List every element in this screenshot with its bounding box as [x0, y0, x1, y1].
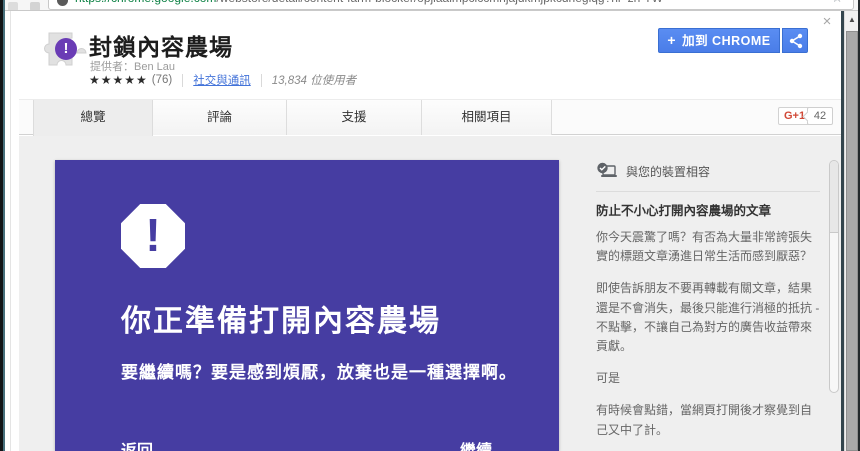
meta-divider	[182, 74, 183, 87]
sidebar-scrollbar-thumb[interactable]	[830, 161, 838, 233]
dialog-header: ! 封鎖內容農場 提供者：Ben Lau ★★★★★ (76) 社交與通訊 13…	[19, 11, 841, 99]
url-text: https://chrome.google.com/webstore/detai…	[75, 0, 663, 5]
plus-icon: +	[667, 32, 676, 48]
reload-icon[interactable]	[30, 2, 40, 11]
url-path: /webstore/detail/content-farm-blocker/op…	[216, 0, 663, 5]
octagon-exclaim: !	[121, 208, 185, 262]
add-to-chrome-label: 加到 CHROME	[682, 34, 771, 48]
tab-overview[interactable]: 總覽	[33, 100, 153, 136]
screenshot-preview[interactable]: ! 你正準備打開內容農場 要繼續嗎？要是感到煩厭，放棄也是一種選擇啊。 返回 繼…	[55, 160, 559, 451]
description-para: 即使告訴朋友不要再轉載有關文章，結果還是不會消失，最後只能進行消極的抵抗 - 不…	[596, 279, 820, 356]
site-info-icon[interactable]	[57, 0, 68, 6]
back-link: 返回	[121, 437, 153, 451]
extension-puzzle-icon: !	[44, 28, 88, 72]
add-to-chrome-button[interactable]: + 加到 CHROME	[658, 28, 780, 53]
meta-divider	[261, 74, 262, 87]
url-scheme: https://chrome.google.com	[75, 0, 216, 5]
extension-meta-row: ★★★★★ (76) 社交與通訊 13,834 位使用者	[89, 72, 356, 88]
rating-stars-icon[interactable]: ★★★★★	[89, 73, 148, 87]
compatibility-row: 與您的裝置相容	[596, 160, 820, 182]
browser-address-bar: https://chrome.google.com/webstore/detai…	[0, 0, 860, 11]
description-para: 可是	[596, 369, 820, 388]
category-link[interactable]: 社交與通訊	[193, 72, 251, 88]
page-left-border	[10, 11, 11, 451]
stop-octagon-icon: !	[121, 204, 185, 268]
screenshot-heading: 你正準備打開內容農場	[121, 296, 441, 340]
scrollbar-up-arrow-icon[interactable]: ▲	[845, 13, 859, 27]
sidebar-scrollbar[interactable]	[829, 160, 839, 393]
extension-detail-dialog: ! 封鎖內容農場 提供者：Ben Lau ★★★★★ (76) 社交與通訊 13…	[19, 11, 841, 451]
bookmark-star-icon[interactable]: ☆	[831, 0, 843, 6]
compatibility-label: 與您的裝置相容	[626, 163, 710, 180]
overview-sidebar: 與您的裝置相容 防止不小心打開內容農場的文章 你今天震驚了嗎？有否為大量非常誇張…	[596, 160, 820, 451]
tab-reviews[interactable]: 評論	[153, 100, 287, 135]
omnibox[interactable]: https://chrome.google.com/webstore/detai…	[48, 0, 854, 10]
share-button[interactable]	[782, 28, 808, 53]
overview-content: ! 你正準備打開內容農場 要繼續嗎？要是感到煩厭，放棄也是一種選擇啊。 返回 繼…	[19, 136, 841, 451]
description-heading: 防止不小心打開內容農場的文章	[596, 200, 820, 219]
gplus-count-bubble: 42	[807, 107, 833, 125]
tab-bar: 總覽 評論 支援 相關項目 G+1 42	[19, 99, 841, 135]
tab-support[interactable]: 支援	[287, 100, 422, 135]
description-para: 你今天震驚了嗎？有否為大量非常誇張失實的標題文章湧進日常生活而感到厭惡？	[596, 228, 820, 266]
back-icon[interactable]	[8, 2, 18, 11]
device-check-icon	[596, 162, 618, 180]
tab-related[interactable]: 相關項目	[422, 100, 552, 135]
browser-scrollbar[interactable]: ▲	[844, 11, 858, 451]
share-icon	[788, 33, 804, 49]
sidebar-divider	[596, 191, 820, 192]
rating-count: (76)	[152, 74, 172, 86]
window-left-accent	[3, 0, 5, 451]
scrollbar-thumb[interactable]	[846, 31, 858, 451]
continue-link: 繼續	[460, 437, 492, 451]
screenshot-subheading: 要繼續嗎？要是感到煩厭，放棄也是一種選擇啊。	[121, 358, 517, 383]
extension-title: 封鎖內容農場	[89, 28, 233, 62]
user-count: 13,834 位使用者	[272, 72, 356, 88]
description-para: 有時候會點錯，當網頁打開後才察覺到自己又中了計。	[596, 401, 820, 439]
close-icon[interactable]: ×	[819, 14, 835, 30]
exclamation-badge-icon: !	[55, 38, 77, 60]
